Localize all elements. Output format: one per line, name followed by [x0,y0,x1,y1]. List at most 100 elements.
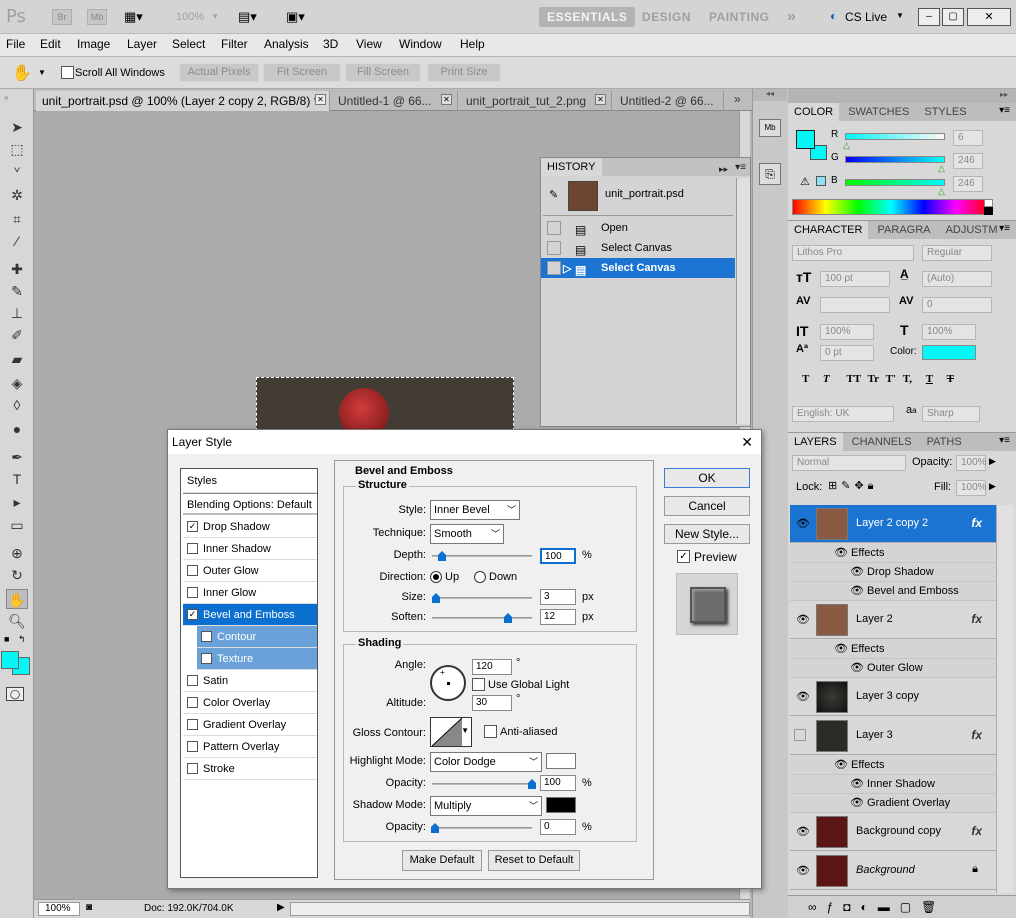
hand-tool-icon[interactable]: ✋ [6,589,28,609]
healing-brush-tool-icon[interactable]: ✚ [6,259,28,279]
dodge-tool-icon[interactable]: ● [6,419,28,439]
shadow-opacity-slider-knob[interactable] [431,823,439,833]
preview-checkbox[interactable]: ✓ [677,550,690,563]
menu-file[interactable]: File [6,37,25,51]
depth-slider-track[interactable] [432,555,532,557]
history-scrollbar[interactable] [736,178,750,424]
tab-channels[interactable]: CHANNELS [846,433,918,451]
layer-row[interactable]: 👁︎ Layer 2 fx [790,601,996,639]
add-style-icon[interactable]: ƒ [827,900,844,914]
depth-field[interactable]: 100 [540,548,576,564]
anti-alias-select[interactable]: Sharp [922,406,980,422]
style-checkbox[interactable] [187,543,198,554]
path-selection-tool-icon[interactable]: ▸ [6,492,28,512]
soften-field[interactable]: 12 [540,609,576,625]
technique-select[interactable]: Smooth ﹀ [430,524,504,544]
effect-item[interactable]: 👁︎ Drop Shadow [790,563,996,582]
faux-bold-button[interactable]: T [802,373,809,385]
cs-live-menu[interactable]: CS Live [845,10,887,24]
black-chip[interactable] [984,207,993,215]
bevel-style-select[interactable]: Inner Bevel ﹀ [430,500,520,520]
g-value-field[interactable]: 246 [953,153,983,169]
brush-tool-icon[interactable]: ✎ [6,281,28,301]
font-family-select[interactable]: Lithos Pro [792,245,914,261]
cs-live-icon[interactable]: ◐ [830,9,837,23]
style-item-contour[interactable]: Contour [197,626,317,648]
layer-row[interactable]: Layer 3 fx [790,717,996,755]
history-brush-source[interactable] [547,241,561,255]
style-checkbox[interactable] [187,675,198,686]
menu-3d[interactable]: 3D [323,37,338,51]
tab-untitled-2[interactable]: Untitled-2 @ 66... [614,91,724,111]
menu-layer[interactable]: Layer [127,37,157,51]
pen-tool-icon[interactable]: ✒ [6,447,28,467]
highlight-mode-select[interactable]: Color Dodge ﹀ [430,752,542,772]
style-item-gradient-overlay[interactable]: Gradient Overlay [183,714,317,736]
faux-italic-button[interactable]: T [823,373,830,385]
strip-collapse-icon[interactable]: ◂◂ [753,89,787,101]
chevron-down-icon[interactable]: ▼ [896,11,904,20]
style-checkbox[interactable] [187,763,198,774]
panel-menu-icon[interactable]: ▾≡ [735,159,746,177]
more-tabs-icon[interactable]: » [734,92,741,106]
leading-field[interactable]: (Auto) [922,271,992,287]
angle-field[interactable]: 120 [472,659,512,675]
history-brush-source[interactable] [547,221,561,235]
effects-row[interactable]: 👁︎ Effects [790,756,996,775]
style-checkbox[interactable] [187,565,198,576]
close-tab-icon[interactable]: ✕ [595,94,606,105]
g-slider-track[interactable] [845,156,945,163]
opacity-slider-arrow-icon[interactable]: ▶ [989,456,996,467]
tab-paragraph[interactable]: PARAGRA [872,221,937,239]
arrange-documents-icon[interactable]: ▤▾ [238,9,257,25]
scroll-all-checkbox[interactable] [61,66,74,79]
style-checkbox[interactable]: ✓ [187,521,198,532]
hand-tool-icon[interactable]: ✋ [12,63,32,83]
size-slider-track[interactable] [432,597,532,599]
menu-select[interactable]: Select [172,37,205,51]
layer-row[interactable]: 👁︎ Layer 3 copy [790,678,996,716]
menu-analysis[interactable]: Analysis [264,37,309,51]
actual-pixels-button[interactable]: Actual Pixels [179,63,259,82]
zoom-level-menu[interactable]: 100% [176,11,204,23]
effects-eye-icon[interactable]: 👁︎ [834,759,848,771]
highlight-opacity-slider-track[interactable] [432,783,532,785]
tab-history[interactable]: HISTORY [541,158,602,176]
chevron-down-icon[interactable]: ▾ [213,11,218,22]
panel-menu-icon[interactable]: ▾≡ [999,223,1010,234]
cancel-button[interactable]: Cancel [664,496,750,516]
text-color-swatch[interactable] [922,345,976,360]
shadow-opacity-slider-track[interactable] [432,827,532,829]
blend-mode-select[interactable]: Normal [792,455,906,471]
visibility-eye-icon[interactable]: 👁︎ [796,690,810,703]
style-item-inner-glow[interactable]: Inner Glow [183,582,317,604]
style-checkbox[interactable] [187,587,198,598]
font-style-select[interactable]: Regular [922,245,992,261]
collapse-icon[interactable]: ▸▸ [719,160,728,178]
style-checkbox[interactable]: ✓ [187,609,198,620]
styles-list-item[interactable]: Styles [183,469,317,493]
size-field[interactable]: 3 [540,589,576,605]
paint-bucket-tool-icon[interactable]: ◈ [6,373,28,393]
out-of-gamut-warning-icon[interactable]: ⚠ [800,175,810,188]
white-chip[interactable] [984,199,993,207]
gamut-color-chip[interactable] [816,176,826,186]
tab-unit-portrait-tut-2[interactable]: unit_portrait_tut_2.png [460,91,612,111]
style-checkbox[interactable] [187,719,198,730]
lock-icons[interactable]: ⊞✎✥🔒︎ [828,479,878,493]
adjustment-layer-icon[interactable]: ◐ [861,900,878,914]
style-item-pattern-overlay[interactable]: Pattern Overlay [183,736,317,758]
size-slider-knob[interactable] [432,593,440,603]
horizontal-scale-field[interactable]: 100% [922,324,976,340]
maximize-button[interactable]: ▢ [942,8,964,26]
soften-slider-track[interactable] [432,617,532,619]
r-value-field[interactable]: 6 [953,130,983,146]
panel-menu-icon[interactable]: ▾≡ [999,105,1010,116]
visibility-toggle-empty[interactable] [794,729,806,741]
extras-icon[interactable]: ▦▾ [124,9,154,25]
horizontal-scrollbar[interactable] [290,902,750,916]
history-item[interactable]: ▤ Open [541,218,735,238]
g-slider-knob-icon[interactable]: △ [938,163,945,174]
tab-layers[interactable]: LAYERS [788,433,843,451]
reset-to-default-button[interactable]: Reset to Default [488,850,580,871]
